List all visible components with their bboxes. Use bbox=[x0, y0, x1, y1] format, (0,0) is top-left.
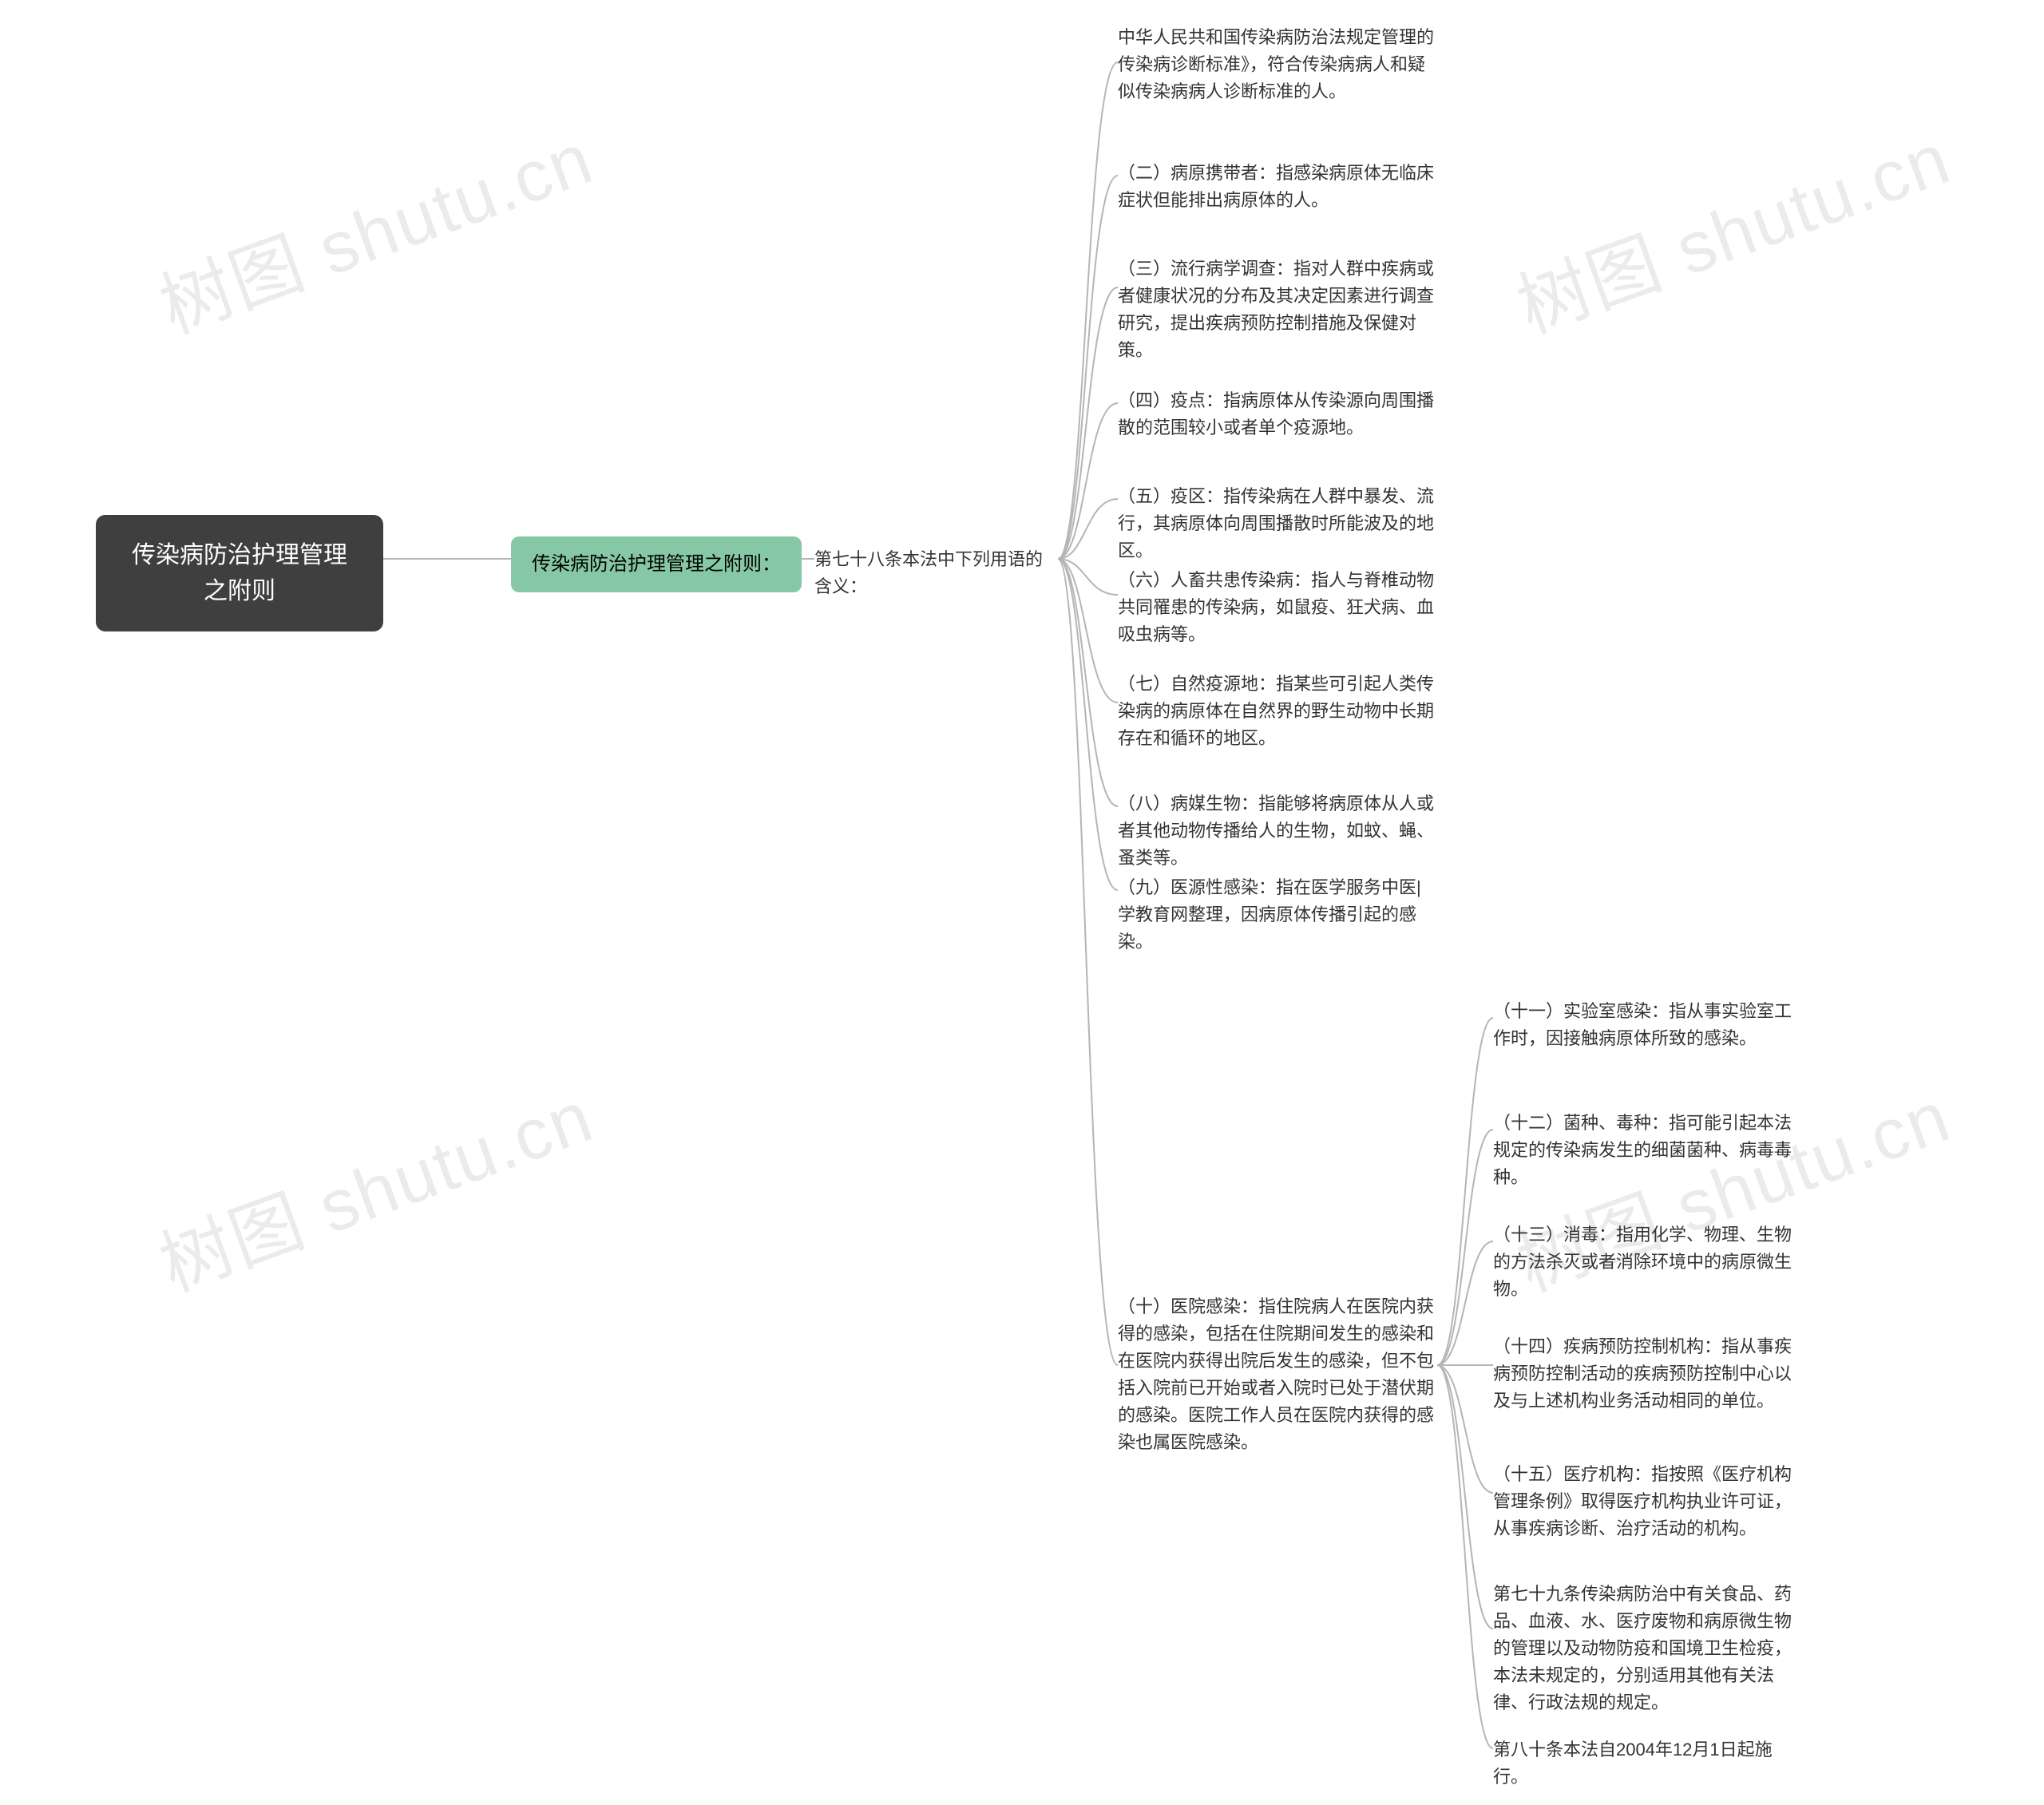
definition-text: 第八十条本法自2004年12月1日起施行。 bbox=[1493, 1740, 1773, 1787]
definition-text: （四）疫点：指病原体从传染源向周围播散的范围较小或者单个疫源地。 bbox=[1118, 390, 1434, 437]
watermark: 树图 shutu.cn bbox=[144, 1059, 604, 1311]
level1-node[interactable]: 传染病防治护理管理之附则： bbox=[511, 536, 802, 592]
definition-subitem[interactable]: （十三）消毒：指用化学、物理、生物的方法杀灭或者消除环境中的病原微生物。 bbox=[1493, 1221, 1796, 1303]
watermark: 树图 shutu.cn bbox=[1501, 101, 1962, 353]
definition-text: （六）人畜共患传染病：指人与脊椎动物共同罹患的传染病，如鼠疫、狂犬病、血吸虫病等… bbox=[1118, 570, 1434, 644]
watermark: 树图 shutu.cn bbox=[144, 101, 604, 353]
definition-text: （十）医院感染：指住院病人在医院内获得的感染，包括在住院期间发生的感染和在医院内… bbox=[1118, 1296, 1434, 1452]
definition-subitem[interactable]: （十四）疾病预防控制机构：指从事疾病预防控制活动的疾病预防控制中心以及与上述机构… bbox=[1493, 1333, 1796, 1415]
definition-item[interactable]: （四）疫点：指病原体从传染源向周围播散的范围较小或者单个疫源地。 bbox=[1118, 387, 1437, 441]
root-label: 传染病防治护理管理之附则 bbox=[132, 542, 347, 604]
definition-subitem[interactable]: （十二）菌种、毒种：指可能引起本法规定的传染病发生的细菌菌种、病毒毒种。 bbox=[1493, 1110, 1796, 1191]
definition-item-ten[interactable]: （十）医院感染：指住院病人在医院内获得的感染，包括在住院期间发生的感染和在医院内… bbox=[1118, 1293, 1437, 1457]
definition-text: （十五）医疗机构：指按照《医疗机构管理条例》取得医疗机构执业许可证，从事疾病诊断… bbox=[1493, 1464, 1792, 1538]
definition-text: （五）疫区：指传染病在人群中暴发、流行，其病原体向周围播散时所能波及的地区。 bbox=[1118, 486, 1434, 560]
definition-subitem[interactable]: 第八十条本法自2004年12月1日起施行。 bbox=[1493, 1736, 1796, 1791]
level1-label: 传染病防治护理管理之附则： bbox=[532, 553, 781, 575]
definition-text: （三）流行病学调查：指对人群中疾病或者健康状况的分布及其决定因素进行调查研究，提… bbox=[1118, 259, 1434, 360]
definition-text: （二）病原携带者：指感染病原体无临床症状但能排出病原体的人。 bbox=[1118, 163, 1434, 210]
root-node[interactable]: 传染病防治护理管理之附则 bbox=[96, 515, 383, 631]
definition-item[interactable]: （九）医源性感染：指在医学服务中医|学教育网整理，因病原体传播引起的感染。 bbox=[1118, 874, 1437, 956]
level2-node[interactable]: 第七十八条本法中下列用语的含义： bbox=[814, 546, 1058, 600]
definition-subitem[interactable]: （十一）实验室感染：指从事实验室工作时，因接触病原体所致的感染。 bbox=[1493, 998, 1796, 1052]
definition-text: （九）医源性感染：指在医学服务中医|学教育网整理，因病原体传播引起的感染。 bbox=[1118, 877, 1421, 952]
definition-text: （七）自然疫源地：指某些可引起人类传染病的病原体在自然界的野生动物中长期存在和循… bbox=[1118, 674, 1434, 748]
definition-text: 中华人民共和国传染病防治法规定管理的传染病诊断标准》，符合传染病病人和疑似传染病… bbox=[1118, 27, 1434, 101]
definition-text: （十三）消毒：指用化学、物理、生物的方法杀灭或者消除环境中的病原微生物。 bbox=[1493, 1225, 1792, 1299]
definition-item[interactable]: （三）流行病学调查：指对人群中疾病或者健康状况的分布及其决定因素进行调查研究，提… bbox=[1118, 255, 1437, 364]
definition-text: （十一）实验室感染：指从事实验室工作时，因接触病原体所致的感染。 bbox=[1493, 1001, 1792, 1048]
definition-subitem[interactable]: 第七十九条传染病防治中有关食品、药品、血液、水、医疗废物和病原微生物的管理以及动… bbox=[1493, 1581, 1796, 1716]
definition-item[interactable]: （七）自然疫源地：指某些可引起人类传染病的病原体在自然界的野生动物中长期存在和循… bbox=[1118, 671, 1437, 752]
definition-item[interactable]: （六）人畜共患传染病：指人与脊椎动物共同罹患的传染病，如鼠疫、狂犬病、血吸虫病等… bbox=[1118, 567, 1437, 648]
definition-item[interactable]: 中华人民共和国传染病防治法规定管理的传染病诊断标准》，符合传染病病人和疑似传染病… bbox=[1118, 24, 1437, 105]
level2-label: 第七十八条本法中下列用语的含义： bbox=[814, 549, 1043, 596]
definition-item[interactable]: （二）病原携带者：指感染病原体无临床症状但能排出病原体的人。 bbox=[1118, 160, 1437, 214]
definition-text: （八）病媒生物：指能够将病原体从人或者其他动物传播给人的生物，如蚊、蝇、蚤类等。 bbox=[1118, 794, 1434, 868]
definition-text: （十二）菌种、毒种：指可能引起本法规定的传染病发生的细菌菌种、病毒毒种。 bbox=[1493, 1113, 1792, 1187]
definition-item[interactable]: （八）病媒生物：指能够将病原体从人或者其他动物传播给人的生物，如蚊、蝇、蚤类等。 bbox=[1118, 790, 1437, 872]
definition-item[interactable]: （五）疫区：指传染病在人群中暴发、流行，其病原体向周围播散时所能波及的地区。 bbox=[1118, 483, 1437, 564]
definition-text: 第七十九条传染病防治中有关食品、药品、血液、水、医疗废物和病原微生物的管理以及动… bbox=[1493, 1584, 1792, 1712]
definition-subitem[interactable]: （十五）医疗机构：指按照《医疗机构管理条例》取得医疗机构执业许可证，从事疾病诊断… bbox=[1493, 1461, 1796, 1542]
definition-text: （十四）疾病预防控制机构：指从事疾病预防控制活动的疾病预防控制中心以及与上述机构… bbox=[1493, 1336, 1792, 1411]
